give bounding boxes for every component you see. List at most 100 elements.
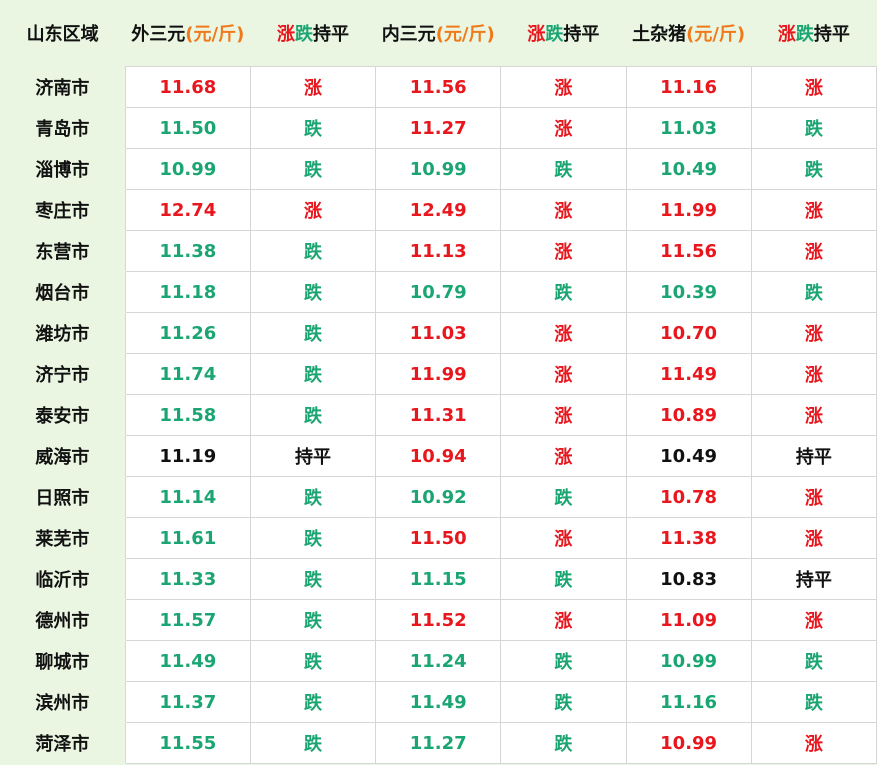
inner-trend-cell: 涨 — [500, 394, 627, 436]
local-price-cell: 10.89 — [625, 394, 752, 436]
header-local-trend-flat: 持平 — [813, 24, 850, 45]
outer-trend-cell: 跌 — [249, 312, 377, 354]
inner-price-cell: 10.92 — [375, 476, 502, 518]
outer-price-cell: 11.68 — [124, 66, 251, 108]
inner-trend-cell: 跌 — [500, 271, 627, 313]
table-row: 泰安市 11.58 跌 11.31 涨 10.89 涨 — [0, 394, 877, 436]
header-inner-price: 内三元(元/斤) — [375, 0, 501, 67]
region-cell: 东营市 — [0, 230, 126, 272]
local-price-cell: 11.38 — [625, 517, 752, 559]
header-local-trend-down: 跌 — [795, 24, 814, 45]
inner-trend-cell: 跌 — [500, 722, 627, 764]
region-cell: 潍坊市 — [0, 312, 126, 354]
local-trend-cell: 跌 — [750, 107, 877, 149]
table-row: 滨州市 11.37 跌 11.49 跌 11.16 跌 — [0, 681, 877, 723]
outer-trend-cell: 跌 — [249, 230, 377, 272]
inner-price-cell: 11.15 — [375, 558, 502, 600]
outer-price-cell: 11.58 — [124, 394, 251, 436]
table-row: 德州市 11.57 跌 11.52 涨 11.09 涨 — [0, 599, 877, 641]
outer-price-cell: 11.74 — [124, 353, 251, 395]
outer-trend-cell: 涨 — [249, 66, 377, 108]
outer-trend-cell: 跌 — [249, 722, 377, 764]
local-price-cell: 10.49 — [625, 435, 752, 477]
header-local-trend-up: 涨 — [777, 24, 796, 45]
outer-price-cell: 11.18 — [124, 271, 251, 313]
inner-trend-cell: 涨 — [500, 435, 627, 477]
outer-trend-cell: 跌 — [249, 148, 377, 190]
local-price-cell: 10.99 — [625, 640, 752, 682]
local-trend-cell: 涨 — [750, 312, 877, 354]
local-trend-cell: 持平 — [750, 558, 877, 600]
inner-price-cell: 11.27 — [375, 107, 502, 149]
local-trend-cell: 跌 — [750, 271, 877, 313]
inner-price-cell: 11.03 — [375, 312, 502, 354]
inner-trend-cell: 涨 — [500, 66, 627, 108]
table-row: 潍坊市 11.26 跌 11.03 涨 10.70 涨 — [0, 312, 877, 354]
outer-price-cell: 10.99 — [124, 148, 251, 190]
header-outer-trend-down: 跌 — [295, 24, 313, 45]
local-price-cell: 11.16 — [625, 66, 752, 108]
outer-price-cell: 11.33 — [124, 558, 251, 600]
local-trend-cell: 涨 — [750, 66, 877, 108]
header-region: 山东区域 — [0, 0, 126, 67]
table-row: 威海市 11.19 持平 10.94 涨 10.49 持平 — [0, 435, 877, 477]
local-trend-cell: 涨 — [750, 353, 877, 395]
region-cell: 日照市 — [0, 476, 126, 518]
local-price-cell: 11.56 — [625, 230, 752, 272]
inner-price-cell: 10.79 — [375, 271, 502, 313]
table-row: 东营市 11.38 跌 11.13 涨 11.56 涨 — [0, 230, 877, 272]
header-local-name: 土杂猪 — [632, 24, 687, 45]
table-row: 聊城市 11.49 跌 11.24 跌 10.99 跌 — [0, 640, 877, 682]
header-inner-trend-up: 涨 — [527, 24, 546, 45]
outer-price-cell: 11.49 — [124, 640, 251, 682]
region-cell: 烟台市 — [0, 271, 126, 313]
inner-trend-cell: 涨 — [500, 107, 627, 149]
outer-trend-cell: 跌 — [249, 107, 377, 149]
outer-trend-cell: 跌 — [249, 394, 377, 436]
header-inner-trend-down: 跌 — [545, 24, 564, 45]
outer-trend-cell: 跌 — [249, 681, 377, 723]
local-price-cell: 11.99 — [625, 189, 752, 231]
region-cell: 威海市 — [0, 435, 126, 477]
outer-price-cell: 11.38 — [124, 230, 251, 272]
local-price-cell: 11.09 — [625, 599, 752, 641]
outer-trend-cell: 跌 — [249, 517, 377, 559]
inner-price-cell: 11.50 — [375, 517, 502, 559]
outer-price-cell: 11.50 — [124, 107, 251, 149]
inner-price-cell: 11.31 — [375, 394, 502, 436]
outer-trend-cell: 跌 — [249, 476, 377, 518]
header-outer-trend-flat: 持平 — [313, 24, 349, 45]
table-row: 菏泽市 11.55 跌 11.27 跌 10.99 涨 — [0, 722, 877, 764]
local-price-cell: 10.39 — [625, 271, 752, 313]
outer-price-cell: 11.61 — [124, 517, 251, 559]
local-trend-cell: 跌 — [750, 640, 877, 682]
table-body: 济南市 11.68 涨 11.56 涨 11.16 涨青岛市 11.50 跌 11.27 涨 11.0… — [0, 66, 877, 764]
outer-price-cell: 11.37 — [124, 681, 251, 723]
inner-trend-cell: 跌 — [500, 476, 627, 518]
hog-price-table: 山东区域 外三元(元/斤) 涨跌持平 内三元(元/斤) 涨跌持平 土杂猪(元/斤… — [0, 0, 877, 764]
region-cell: 济宁市 — [0, 353, 126, 395]
local-price-cell: 10.78 — [625, 476, 752, 518]
table-row: 济宁市 11.74 跌 11.99 涨 11.49 涨 — [0, 353, 877, 395]
region-cell: 滨州市 — [0, 681, 126, 723]
table-row: 临沂市 11.33 跌 11.15 跌 10.83 持平 — [0, 558, 877, 600]
outer-price-cell: 11.14 — [124, 476, 251, 518]
local-price-cell: 11.49 — [625, 353, 752, 395]
outer-trend-cell: 跌 — [249, 640, 377, 682]
table-row: 济南市 11.68 涨 11.56 涨 11.16 涨 — [0, 66, 877, 108]
outer-price-cell: 11.57 — [124, 599, 251, 641]
table-header-row: 山东区域 外三元(元/斤) 涨跌持平 内三元(元/斤) 涨跌持平 土杂猪(元/斤… — [0, 0, 877, 67]
region-cell: 青岛市 — [0, 107, 126, 149]
header-inner-name: 内三元 — [381, 24, 436, 45]
header-outer-trend: 涨跌持平 — [250, 0, 376, 67]
inner-price-cell: 10.99 — [375, 148, 502, 190]
table-row: 青岛市 11.50 跌 11.27 涨 11.03 跌 — [0, 107, 877, 149]
region-cell: 莱芜市 — [0, 517, 126, 559]
local-trend-cell: 持平 — [750, 435, 877, 477]
inner-price-cell: 11.49 — [375, 681, 502, 723]
inner-price-cell: 11.56 — [375, 66, 502, 108]
outer-trend-cell: 跌 — [249, 271, 377, 313]
inner-price-cell: 11.99 — [375, 353, 502, 395]
outer-trend-cell: 跌 — [249, 599, 377, 641]
region-cell: 临沂市 — [0, 558, 126, 600]
